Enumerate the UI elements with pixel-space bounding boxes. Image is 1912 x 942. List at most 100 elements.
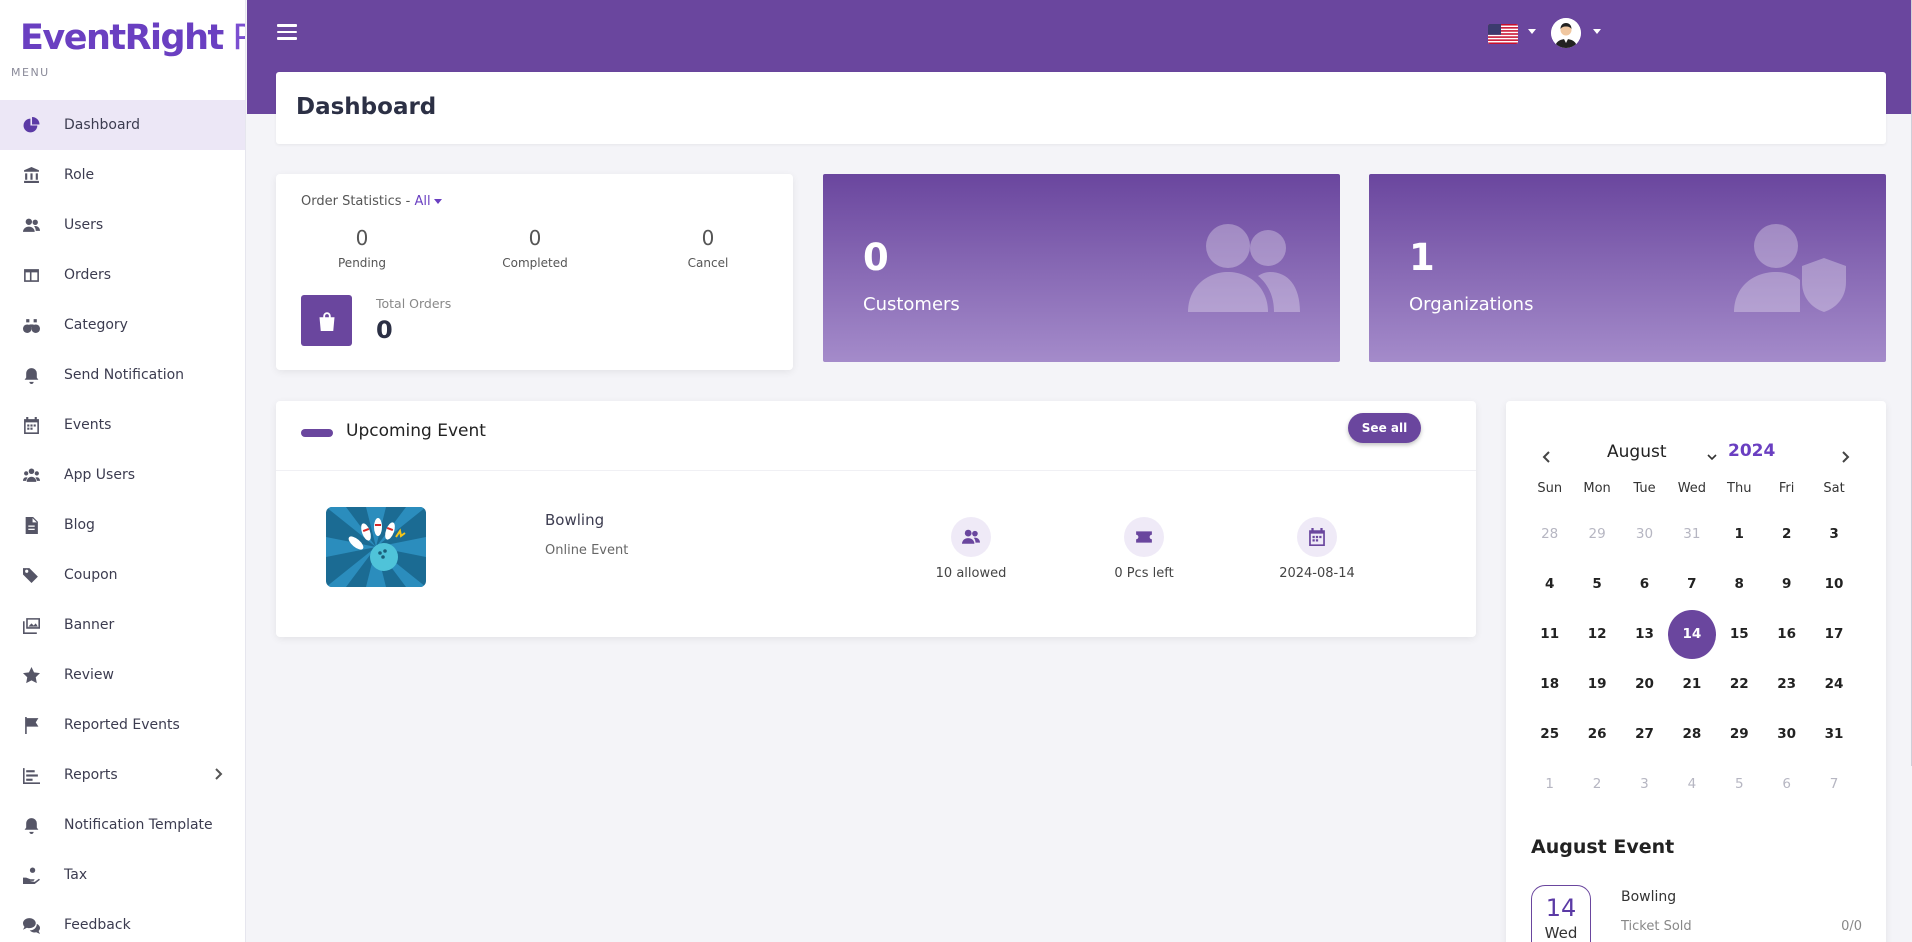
sidebar-item-role[interactable]: Role	[0, 150, 245, 200]
calendar-day[interactable]: 28	[1668, 709, 1715, 759]
calendar-day[interactable]: 4	[1668, 759, 1715, 809]
total-orders-value: 0	[376, 316, 393, 344]
sidebar-item-coupon[interactable]: Coupon	[0, 550, 245, 600]
calendar-day[interactable]: 7	[1810, 759, 1857, 809]
sidebar-nav: Dashboard Role Users Orders Category Sen…	[0, 100, 245, 942]
weekday-label: Sun	[1537, 481, 1563, 496]
star-icon	[22, 666, 40, 684]
sidebar-item-send-notification[interactable]: Send Notification	[0, 350, 245, 400]
language-caret-icon[interactable]	[1528, 29, 1536, 34]
calendar-day[interactable]: 22	[1716, 659, 1763, 709]
calendar-day[interactable]: 1	[1526, 759, 1573, 809]
calendar-day[interactable]: 5	[1716, 759, 1763, 809]
calendar-day[interactable]: 21	[1668, 659, 1715, 709]
weekday-label: Mon	[1583, 481, 1611, 496]
calendar-day[interactable]: 10	[1810, 559, 1857, 609]
calendar-day[interactable]: 26	[1573, 709, 1620, 759]
calendar-day[interactable]: 6	[1763, 759, 1810, 809]
sidebar-item-label: App Users	[64, 467, 136, 483]
calendar-day[interactable]: 16	[1763, 609, 1810, 659]
calendar-day[interactable]: 23	[1763, 659, 1810, 709]
calendar-day[interactable]: 3	[1810, 509, 1857, 559]
weekday-label: Fri	[1778, 481, 1795, 496]
calendar-day[interactable]: 29	[1716, 709, 1763, 759]
sidebar-item-label: Reported Events	[64, 717, 180, 733]
sidebar-item-events[interactable]: Events	[0, 400, 245, 450]
calendar-day[interactable]: 28	[1526, 509, 1573, 559]
order-filter-dropdown[interactable]: All	[414, 194, 441, 209]
calendar-day[interactable]: 1	[1716, 509, 1763, 559]
brand-logo[interactable]: EventRight Pro	[0, 0, 245, 66]
calendar-year[interactable]: 2024	[1728, 441, 1775, 461]
sidebar-item-reported-events[interactable]: Reported Events	[0, 700, 245, 750]
sidebar-item-label: Events	[64, 417, 112, 433]
calendar-day[interactable]: 6	[1621, 559, 1668, 609]
calendar-day[interactable]: 31	[1810, 709, 1857, 759]
calendar-day[interactable]: 18	[1526, 659, 1573, 709]
event-name[interactable]: Bowling	[545, 511, 604, 529]
calendar-day[interactable]: 3	[1621, 759, 1668, 809]
profile-caret-icon[interactable]	[1593, 29, 1601, 34]
calendar-day[interactable]: 5	[1573, 559, 1620, 609]
sidebar-item-tax[interactable]: Tax	[0, 850, 245, 900]
calendar-card: August 2024 Sun Mon Tue Wed Thu Fri Sat …	[1506, 401, 1886, 942]
upcoming-event-title: Upcoming Event	[346, 421, 486, 441]
calendar-day[interactable]: 13	[1621, 609, 1668, 659]
sidebar-item-category[interactable]: Category	[0, 300, 245, 350]
calendar-day[interactable]: 15	[1716, 609, 1763, 659]
month-event-date-badge: 14 Wed	[1531, 885, 1591, 942]
sidebar-item-reports[interactable]: Reports	[0, 750, 245, 800]
calendar-weekdays: Sun Mon Tue Wed Thu Fri Sat	[1526, 481, 1858, 509]
calendar-day[interactable]: 24	[1810, 659, 1857, 709]
calendar-day[interactable]: 25	[1526, 709, 1573, 759]
sidebar: EventRight Pro MENU Dashboard Role Users…	[0, 0, 246, 942]
users-icon	[951, 517, 991, 557]
calendar-day[interactable]: 29	[1573, 509, 1620, 559]
hamburger-icon[interactable]	[277, 24, 297, 44]
sidebar-item-orders[interactable]: Orders	[0, 250, 245, 300]
calendar-day[interactable]: 4	[1526, 559, 1573, 609]
chevron-right-icon[interactable]	[1838, 449, 1852, 463]
sidebar-item-feedback[interactable]: Feedback	[0, 900, 245, 942]
calendar-day[interactable]: 9	[1763, 559, 1810, 609]
sidebar-item-label: Send Notification	[64, 367, 185, 383]
chevron-down-icon[interactable]	[1706, 448, 1718, 461]
sidebar-item-app-users[interactable]: App Users	[0, 450, 245, 500]
event-tickets-left: 0 Pcs left	[1084, 517, 1204, 581]
sidebar-item-notification-template[interactable]: Notification Template	[0, 800, 245, 850]
calendar-day[interactable]: 30	[1621, 509, 1668, 559]
calendar-day[interactable]: 19	[1573, 659, 1620, 709]
calendar-day[interactable]: 7	[1668, 559, 1715, 609]
sidebar-item-label: Notification Template	[64, 817, 213, 833]
sidebar-item-dashboard[interactable]: Dashboard	[0, 100, 245, 150]
us-flag-icon[interactable]	[1488, 24, 1518, 44]
sidebar-item-label: Tax	[64, 867, 88, 883]
sidebar-item-label: Dashboard	[64, 117, 140, 133]
calendar-day[interactable]: 30	[1763, 709, 1810, 759]
see-all-button[interactable]: See all	[1348, 413, 1421, 443]
event-thumbnail[interactable]	[326, 507, 426, 587]
calendar-day-selected[interactable]: 14	[1668, 609, 1716, 659]
calendar-day[interactable]: 2	[1573, 759, 1620, 809]
calendar-day[interactable]: 2	[1763, 509, 1810, 559]
sidebar-item-users[interactable]: Users	[0, 200, 245, 250]
chevron-left-icon[interactable]	[1540, 449, 1554, 463]
user-avatar-icon[interactable]	[1551, 18, 1581, 48]
sidebar-item-review[interactable]: Review	[0, 650, 245, 700]
calendar-day[interactable]: 20	[1621, 659, 1668, 709]
calendar-day[interactable]: 12	[1573, 609, 1620, 659]
calendar-day[interactable]: 11	[1526, 609, 1573, 659]
month-events-title: August Event	[1531, 836, 1675, 858]
calendar-day[interactable]: 27	[1621, 709, 1668, 759]
calendar-day[interactable]: 17	[1810, 609, 1857, 659]
month-event-name[interactable]: Bowling	[1621, 889, 1676, 905]
calendar-day[interactable]: 8	[1716, 559, 1763, 609]
comments-icon	[22, 916, 40, 934]
sidebar-item-banner[interactable]: Banner	[0, 600, 245, 650]
ticket-icon	[1124, 517, 1164, 557]
sidebar-item-blog[interactable]: Blog	[0, 500, 245, 550]
calendar-month[interactable]: August	[1607, 442, 1667, 462]
calendar-day[interactable]: 31	[1668, 509, 1715, 559]
weekday-label: Tue	[1633, 481, 1656, 496]
flag-icon	[22, 716, 40, 734]
